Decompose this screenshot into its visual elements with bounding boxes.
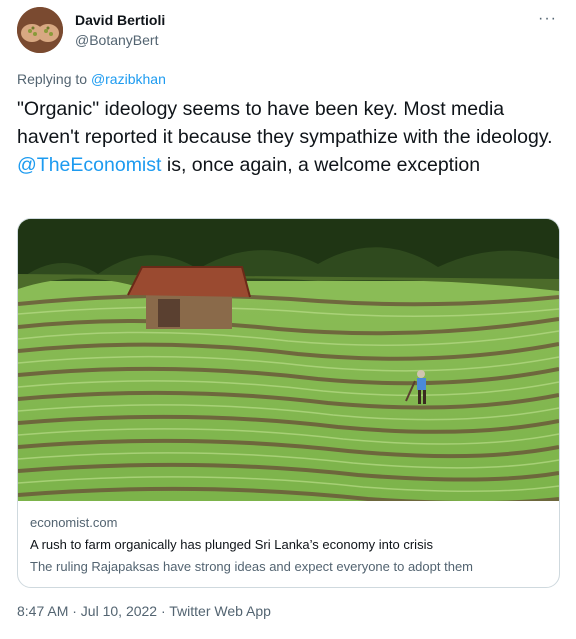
link-card[interactable]: economist.com A rush to farm organically… [17,218,560,588]
tweet-timestamp[interactable]: 8:47 AM · Jul 10, 2022 · Twitter Web App [17,603,271,619]
tweet-meta: 8:47 AM · Jul 10, 2022 · Twitter Web App [17,603,271,619]
card-domain: economist.com [30,515,118,530]
more-options-icon[interactable]: ··· [538,10,557,28]
author-handle[interactable]: @BotanyBert [75,32,158,48]
tweet-text-before: "Organic" ideology seems to have been ke… [17,98,553,148]
replying-to-label: Replying to [17,71,88,87]
tweet-text-after: is, once again, a welcome exception [166,154,481,176]
card-description: The ruling Rajapaksas have strong ideas … [30,559,473,574]
card-title: A rush to farm organically has plunged S… [30,537,433,552]
card-image[interactable] [18,219,559,501]
replying-to: Replying to @razibkhan [17,71,166,87]
tweet-text: "Organic" ideology seems to have been ke… [17,95,557,179]
author-name[interactable]: David Bertioli [75,12,165,28]
tweet-mention-link[interactable]: @TheEconomist [17,154,161,176]
reply-mention-link[interactable]: @razibkhan [91,71,166,87]
avatar[interactable] [17,7,63,53]
